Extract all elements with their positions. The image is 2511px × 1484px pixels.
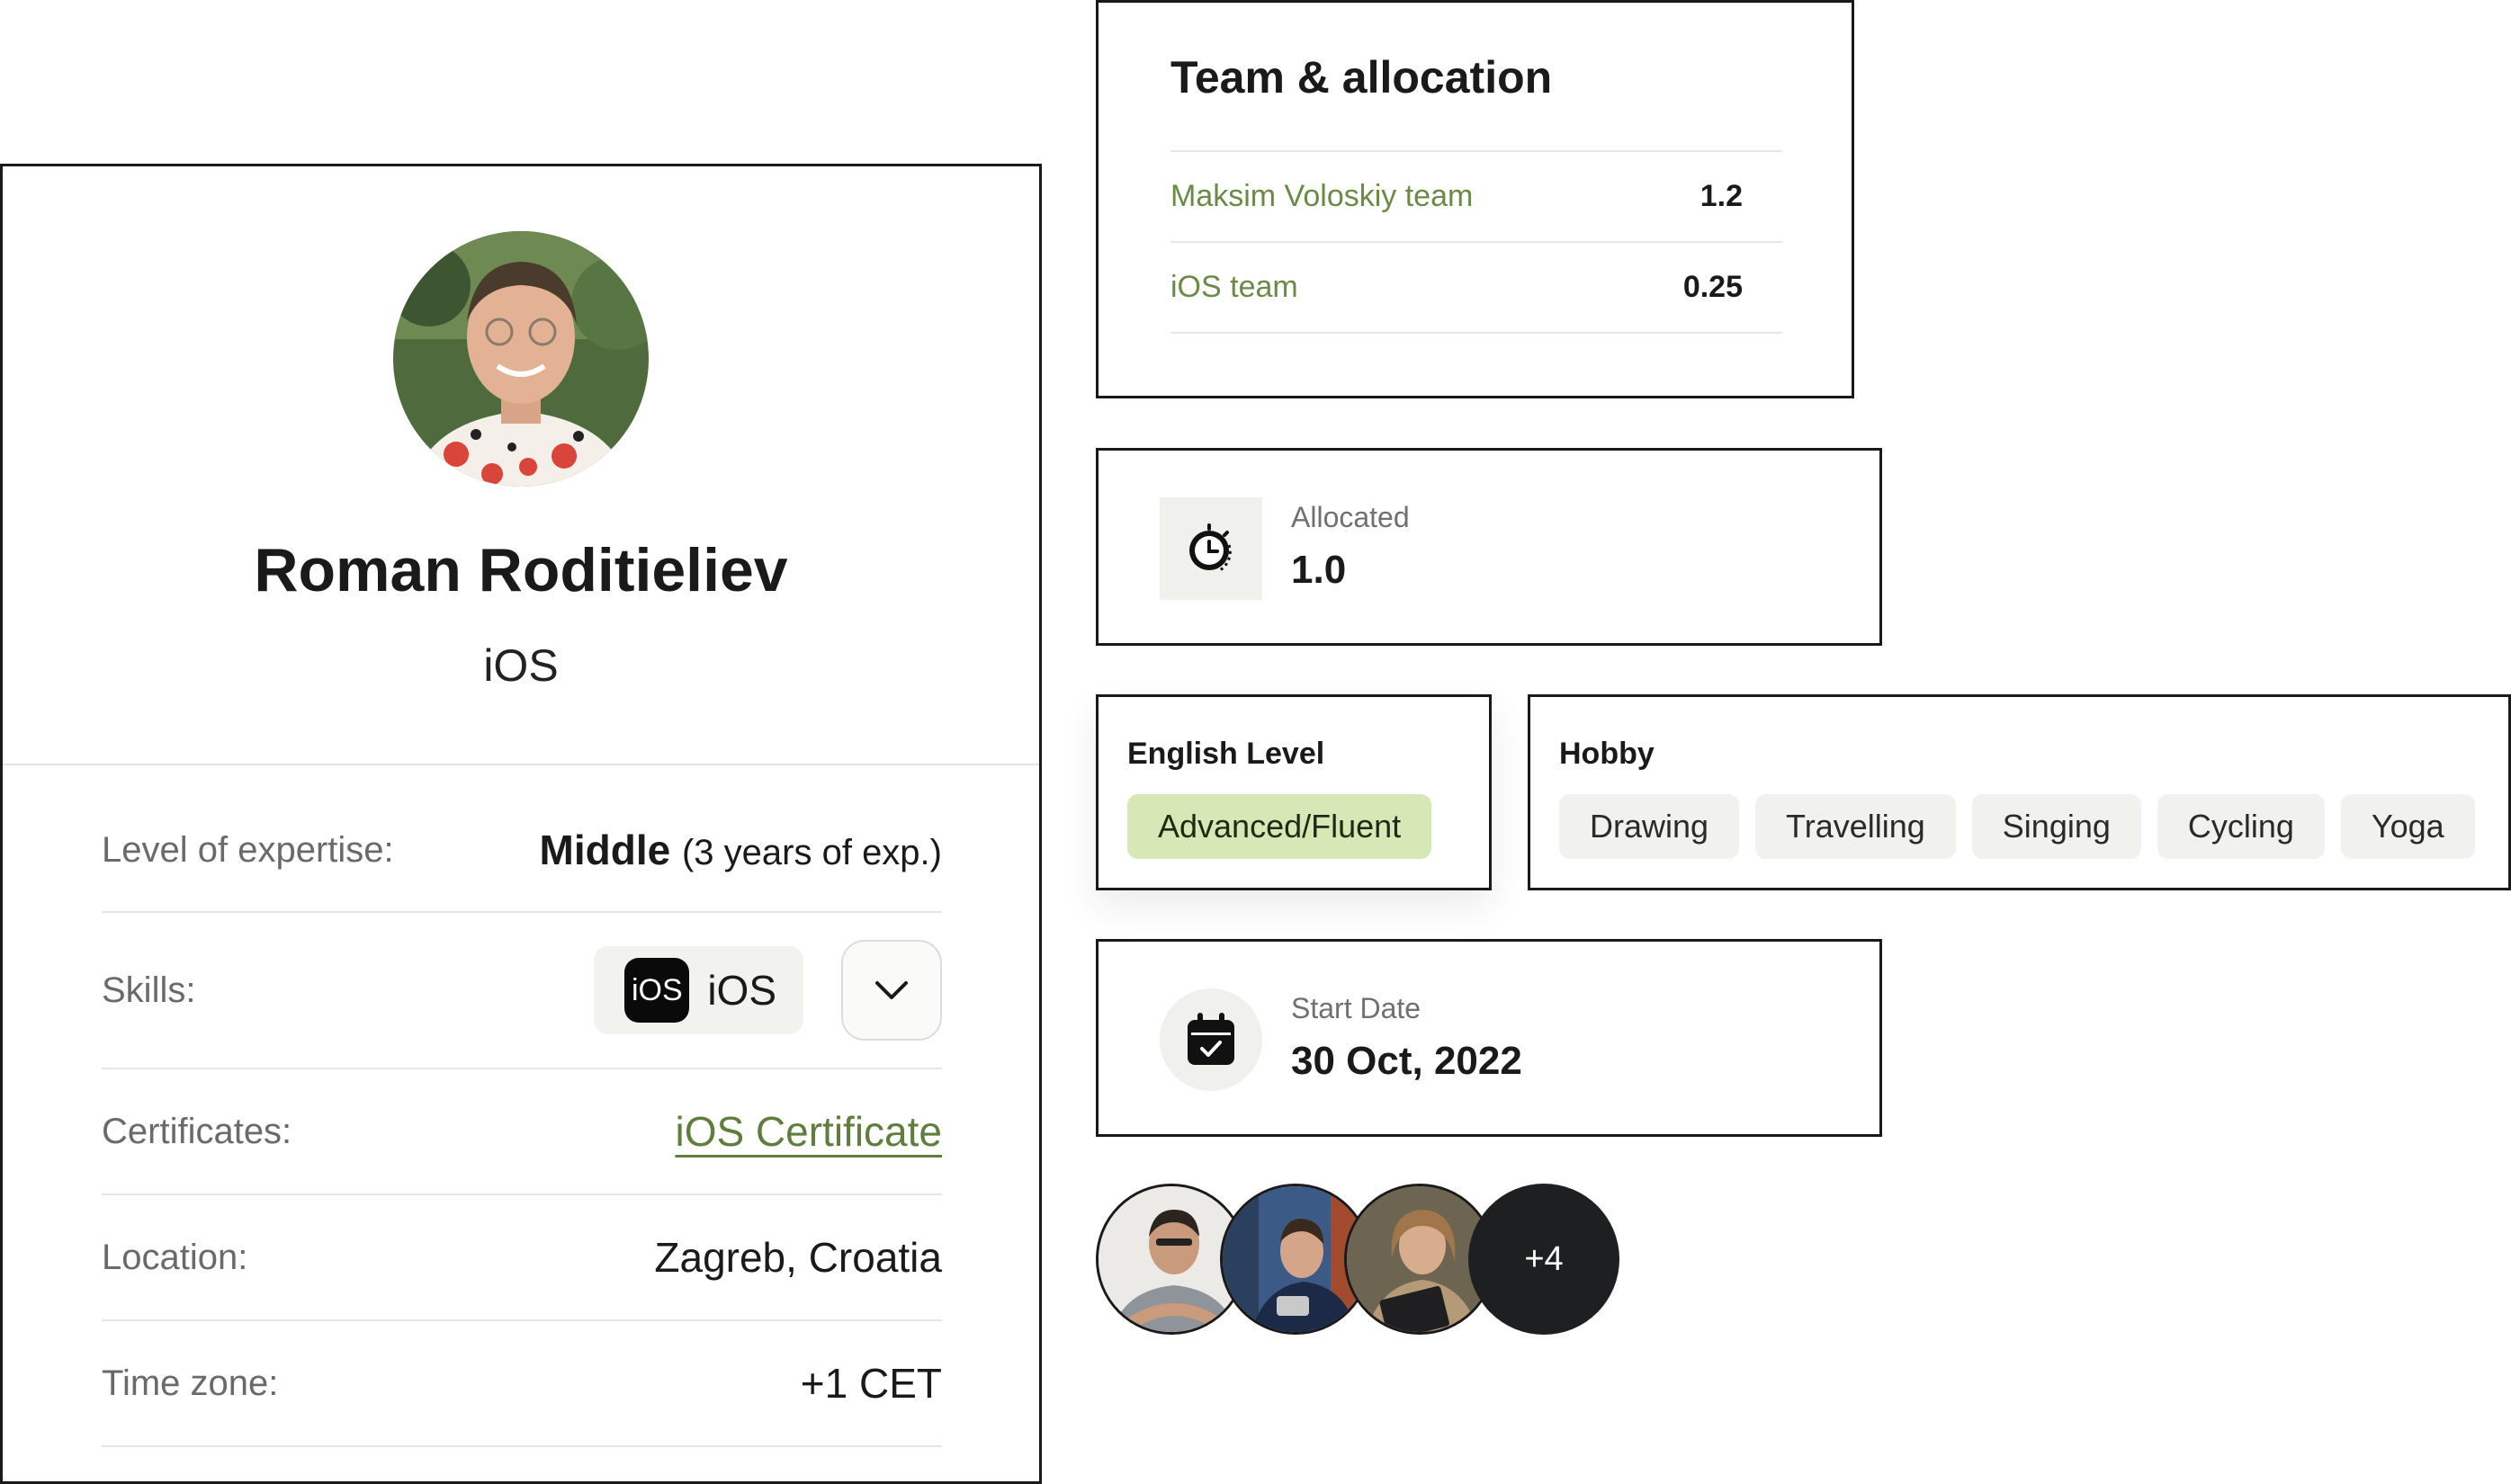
certificates-row: Certificates: iOS Certificate xyxy=(102,1069,942,1195)
team-row[interactable]: iOS team 0.25 xyxy=(1170,243,1782,334)
profile-card: Roman Roditieliev iOS Level of expertise… xyxy=(0,164,1042,1484)
team-allocation-value: 1.2 xyxy=(1699,179,1743,213)
hobby-tag: Travelling xyxy=(1755,794,1956,859)
location-label: Location: xyxy=(102,1237,248,1277)
location-row: Location: Zagreb, Croatia xyxy=(102,1195,942,1321)
start-date-icon-box xyxy=(1160,988,1262,1091)
ios-logo-icon: iOS xyxy=(624,958,690,1023)
team-name[interactable]: Maksim Voloskiy team xyxy=(1170,179,1473,214)
skills-label: Skills: xyxy=(102,970,196,1010)
start-date-label: Start Date xyxy=(1291,992,1421,1024)
allocated-value: 1.0 xyxy=(1291,548,1347,592)
team-allocation-card: Team & allocation Maksim Voloskiy team 1… xyxy=(1096,0,1854,398)
team-allocation-title: Team & allocation xyxy=(1170,52,1553,103)
team-list: Maksim Voloskiy team 1.2 iOS team 0.25 xyxy=(1170,150,1782,334)
allocated-card: Allocated 1.0 xyxy=(1096,448,1882,646)
skills-dropdown-button[interactable] xyxy=(841,940,942,1041)
allocated-label: Allocated xyxy=(1291,501,1410,533)
skill-chip-ios[interactable]: iOS iOS xyxy=(594,946,803,1034)
certificate-link[interactable]: iOS Certificate xyxy=(675,1107,942,1156)
english-level-title: English Level xyxy=(1127,737,1325,771)
profile-avatar xyxy=(393,231,649,487)
skill-chip-label: iOS xyxy=(707,967,776,1014)
allocated-icon-box xyxy=(1160,497,1262,600)
timezone-value: +1 CET xyxy=(800,1360,942,1407)
team-name[interactable]: iOS team xyxy=(1170,270,1298,305)
chevron-down-icon xyxy=(875,981,908,999)
certificates-label: Certificates: xyxy=(102,1111,292,1151)
expertise-level: Middle xyxy=(539,827,671,873)
more-members-button[interactable]: +4 xyxy=(1468,1184,1619,1335)
hobby-tag: Singing xyxy=(1971,794,2141,859)
expertise-value: Middle (3 years of exp.) xyxy=(540,826,942,874)
expertise-label: Level of expertise: xyxy=(102,829,394,870)
profile-divider xyxy=(3,764,1039,765)
skills-row: Skills: iOS iOS xyxy=(102,913,942,1069)
hobby-card: Hobby Drawing Travelling Singing Cycling… xyxy=(1528,694,2511,890)
clock-icon xyxy=(1189,523,1232,572)
english-level-tags: Advanced/Fluent xyxy=(1127,794,1432,859)
expertise-years: (3 years of exp.) xyxy=(681,833,942,872)
calendar-check-icon xyxy=(1188,1013,1234,1065)
team-row[interactable]: Maksim Voloskiy team 1.2 xyxy=(1170,152,1782,243)
skills-controls: iOS iOS xyxy=(594,940,942,1041)
hobby-tags: Drawing Travelling Singing Cycling Yoga xyxy=(1559,794,2475,859)
profile-role: iOS xyxy=(483,640,559,691)
hobby-tag: Cycling xyxy=(2157,794,2325,859)
hobby-title: Hobby xyxy=(1559,737,1655,771)
english-level-card: English Level Advanced/Fluent xyxy=(1096,694,1492,890)
hobby-tag: Drawing xyxy=(1559,794,1740,859)
start-date-card: Start Date 30 Oct, 2022 xyxy=(1096,939,1882,1137)
profile-name: Roman Roditieliev xyxy=(254,536,788,604)
expertise-row: Level of expertise: Middle (3 years of e… xyxy=(102,789,942,913)
timezone-row: Time zone: +1 CET xyxy=(102,1321,942,1447)
english-level-badge: Advanced/Fluent xyxy=(1127,794,1432,859)
hobby-tag: Yoga xyxy=(2340,794,2475,859)
team-allocation-value: 0.25 xyxy=(1682,270,1743,304)
timezone-label: Time zone: xyxy=(102,1363,279,1403)
start-date-value: 30 Oct, 2022 xyxy=(1291,1039,1522,1083)
location-value: Zagreb, Croatia xyxy=(654,1234,942,1281)
